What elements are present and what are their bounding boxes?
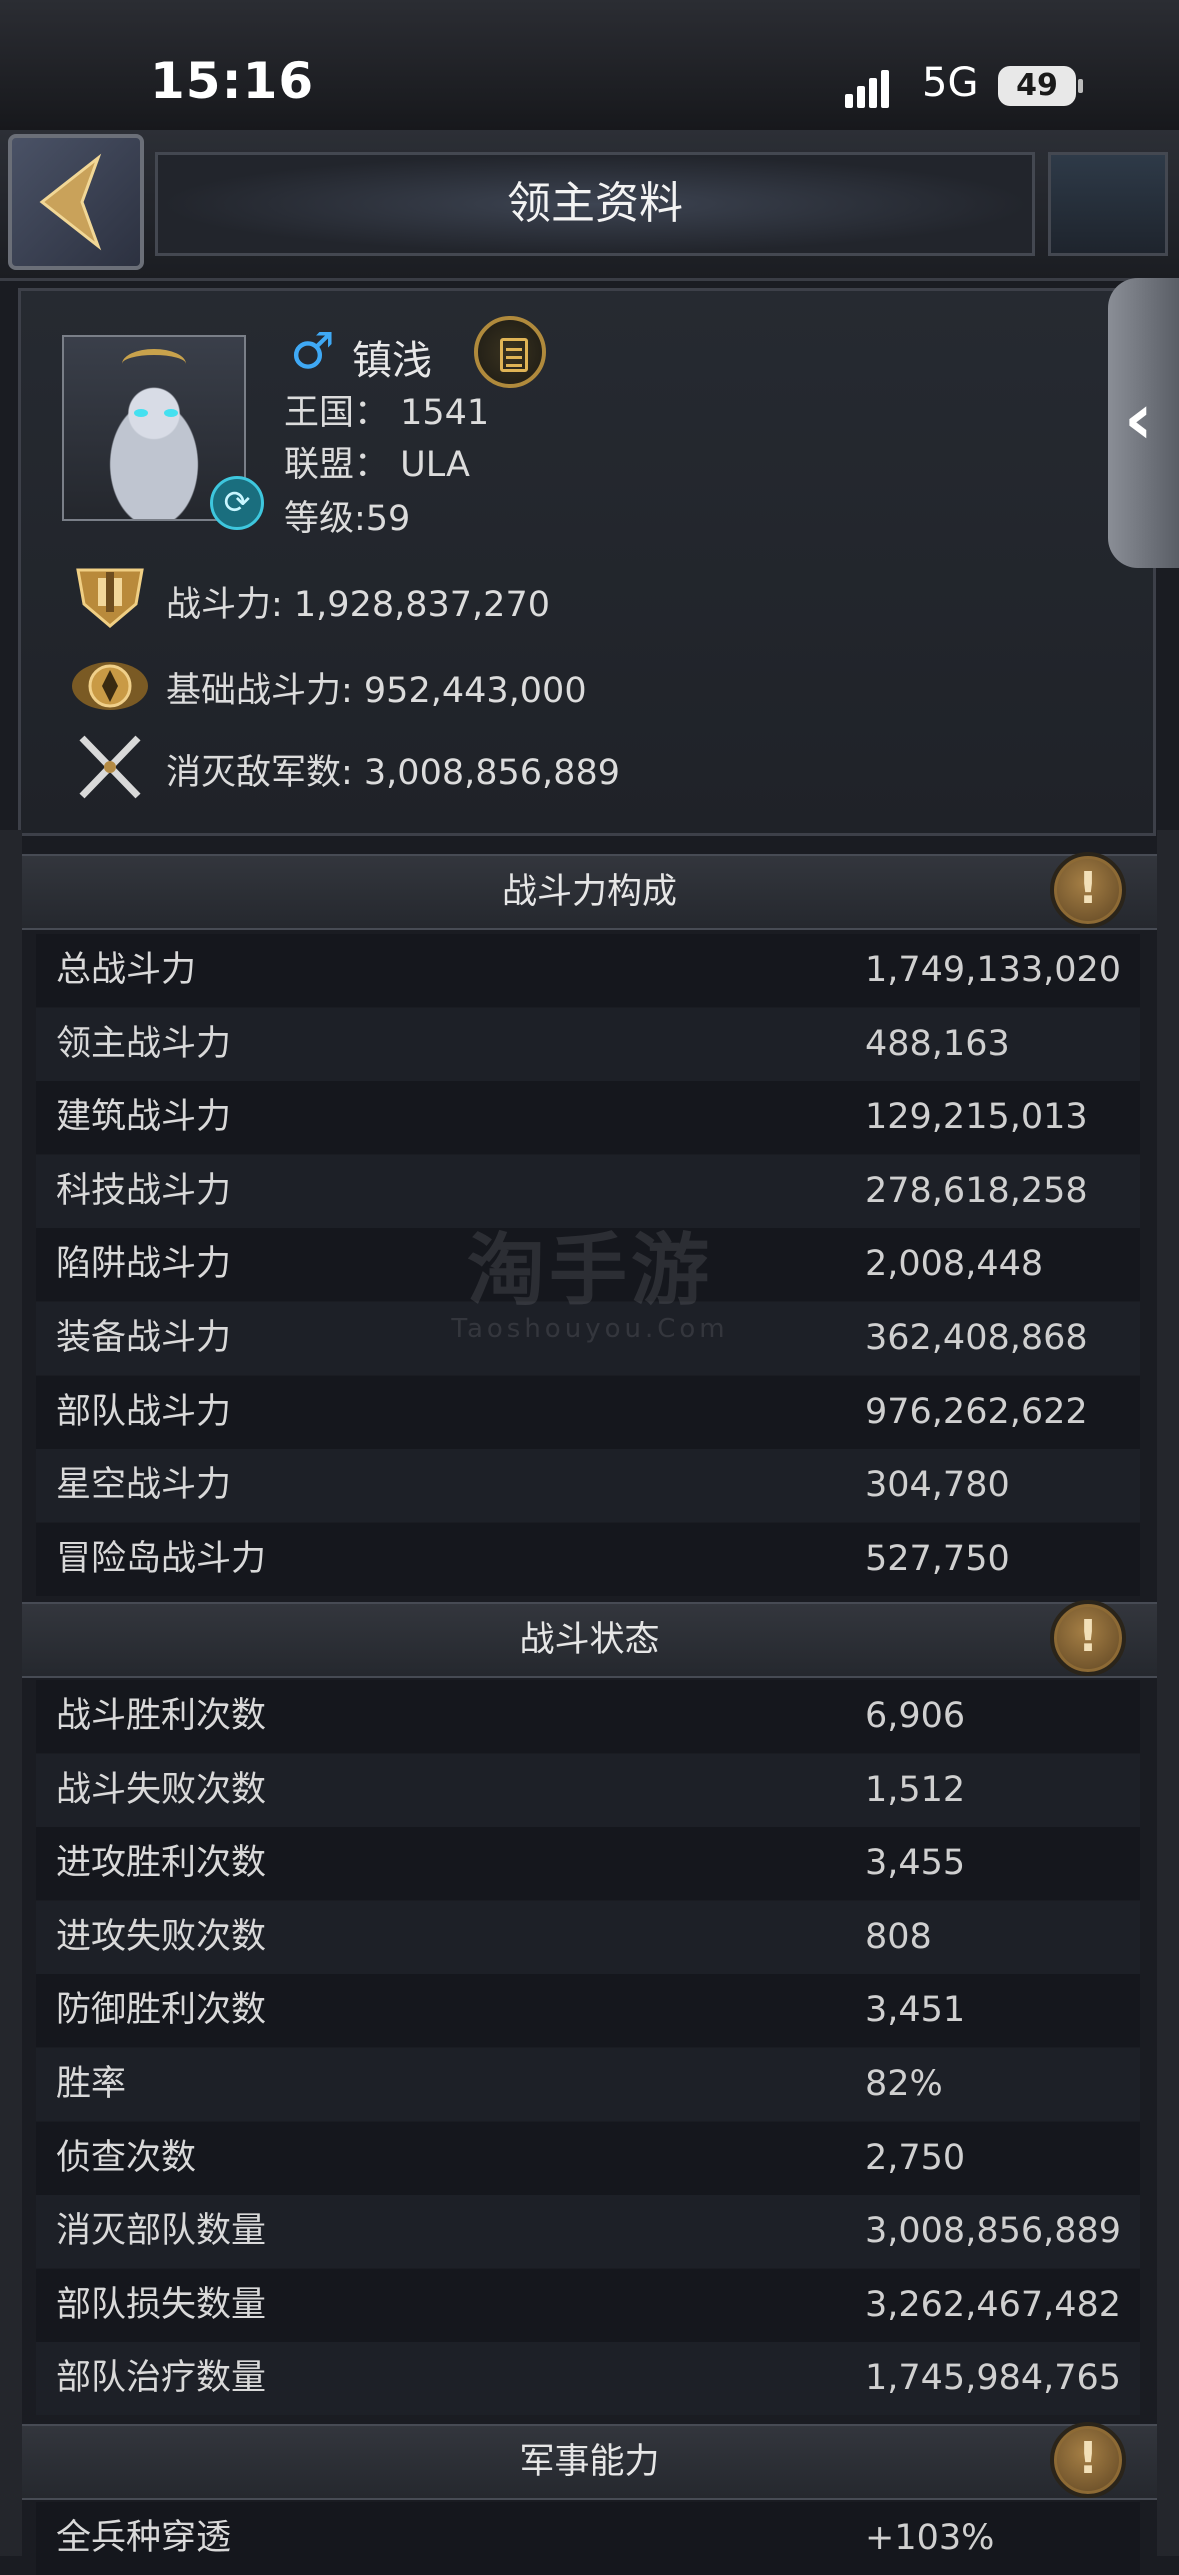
row-label: 部队战斗力 xyxy=(56,1391,232,1432)
row-value: 976,262,622 xyxy=(865,1391,1088,1432)
section-header-battle: 战斗状态 ! xyxy=(22,1600,1157,1678)
row-value: 1,512 xyxy=(865,1769,966,1810)
chevron-left-icon: ‹ xyxy=(1124,378,1153,460)
row-value: 3,455 xyxy=(865,1843,966,1884)
right-frame-pillar xyxy=(1157,830,1179,2556)
row-value: 2,750 xyxy=(865,2137,966,2178)
row-value: 2,008,448 xyxy=(865,1244,1044,1285)
crossed-swords-icon xyxy=(79,735,141,799)
shield-power-icon xyxy=(76,568,144,628)
table-row: 防御胜利次数 3,451 xyxy=(36,1974,1140,2048)
table-row: 部队损失数量 3,262,467,482 xyxy=(36,2268,1140,2342)
kills-stat: 消灭敌军数: 3,008,856,889 xyxy=(166,753,620,793)
table-row: 全兵种穿透 +103% xyxy=(36,2502,1140,2575)
row-value: 488,163 xyxy=(865,1023,1010,1064)
row-label: 战斗胜利次数 xyxy=(56,1696,267,1736)
row-label: 侦查次数 xyxy=(56,2137,197,2178)
crown-icon xyxy=(122,349,186,379)
row-label: 建筑战斗力 xyxy=(56,1097,232,1138)
left-frame-pillar xyxy=(0,830,22,2556)
network-type: 5G xyxy=(922,60,979,106)
table-row: 战斗胜利次数 6,906 xyxy=(36,1680,1140,1753)
row-value: +103% xyxy=(865,2518,995,2558)
section-title: 战斗力构成 xyxy=(501,872,677,912)
watermark-text: 淘手游 xyxy=(466,1226,713,1316)
table-row: 进攻胜利次数 3,455 xyxy=(36,1827,1140,1901)
table-row: 领主战斗力 488,163 xyxy=(36,1007,1140,1081)
row-value: 1,745,984,765 xyxy=(865,2358,1122,2399)
row-label: 装备战斗力 xyxy=(56,1318,232,1358)
document-icon[interactable] xyxy=(474,316,546,388)
avatar-eye xyxy=(164,409,178,417)
row-label: 进攻失败次数 xyxy=(56,1916,267,1957)
row-label: 领主战斗力 xyxy=(56,1023,232,1064)
table-row: 星空战斗力 304,780 xyxy=(36,1449,1140,1523)
refresh-icon[interactable]: ⟳ xyxy=(210,476,264,530)
exclamation-icon[interactable]: ! xyxy=(1050,1600,1126,1676)
row-label: 战斗失败次数 xyxy=(56,1769,267,1810)
table-row: 消灭部队数量 3,008,856,889 xyxy=(36,2195,1140,2269)
kingdom-info: 王国： 1541 xyxy=(284,393,490,433)
row-value: 3,262,467,482 xyxy=(865,2284,1122,2325)
row-value: 6,906 xyxy=(865,1696,966,1736)
row-label: 部队损失数量 xyxy=(56,2284,267,2325)
row-label: 胜率 xyxy=(56,2064,127,2104)
base-power-stat: 基础战斗力: 952,443,000 xyxy=(166,671,587,711)
alliance-info: 联盟： ULA xyxy=(284,445,470,485)
row-value: 129,215,013 xyxy=(865,1097,1088,1138)
table-row: 部队战斗力 976,262,622 xyxy=(36,1375,1140,1449)
row-label: 部队治疗数量 xyxy=(56,2358,267,2399)
row-label: 陷阱战斗力 xyxy=(56,1244,232,1285)
battery-icon: 49 xyxy=(998,66,1083,106)
row-value: 3,451 xyxy=(865,1990,966,2031)
power-stat: 战斗力: 1,928,837,270 xyxy=(166,585,550,625)
status-time: 15:16 xyxy=(150,52,315,110)
row-value: 362,408,868 xyxy=(865,1318,1088,1358)
row-value: 1,749,133,020 xyxy=(865,950,1122,990)
row-value: 278,618,258 xyxy=(865,1170,1088,1211)
status-bar: 15:16 5G 49 xyxy=(0,0,1179,130)
side-drawer-tab[interactable]: ‹ xyxy=(1108,278,1179,568)
row-value: 3,008,856,889 xyxy=(865,2211,1122,2252)
table-row: 侦查次数 2,750 xyxy=(36,2121,1140,2195)
level-info: 等级:59 xyxy=(284,499,411,539)
page-header: 领主资料 xyxy=(0,130,1179,281)
table-row: 部队治疗数量 1,745,984,765 xyxy=(36,2342,1140,2416)
row-label: 全兵种穿透 xyxy=(56,2518,232,2558)
winged-emblem-icon xyxy=(72,662,148,710)
watermark-url: Taoshouyou.Com xyxy=(451,1314,729,1344)
back-arrow-icon xyxy=(39,153,102,251)
row-label: 星空战斗力 xyxy=(56,1465,232,1506)
page-title: 领主资料 xyxy=(507,178,683,229)
row-label: 消灭部队数量 xyxy=(56,2211,267,2252)
row-label: 总战斗力 xyxy=(56,950,197,990)
row-label: 科技战斗力 xyxy=(56,1170,232,1211)
section-header-power: 战斗力构成 ! xyxy=(22,852,1157,930)
avatar-eye xyxy=(134,409,148,417)
row-label: 进攻胜利次数 xyxy=(56,1843,267,1884)
back-button[interactable] xyxy=(8,134,144,270)
table-row: 总战斗力 1,749,133,020 xyxy=(36,934,1140,1007)
table-row: 进攻失败次数 808 xyxy=(36,1900,1140,1974)
row-label: 防御胜利次数 xyxy=(56,1990,267,2031)
row-value: 527,750 xyxy=(865,1538,1010,1579)
row-label: 冒险岛战斗力 xyxy=(56,1538,267,1579)
male-icon: ♂ xyxy=(290,322,335,380)
exclamation-icon[interactable]: ! xyxy=(1050,2422,1126,2498)
table-row: 胜率 82% xyxy=(36,2048,1140,2121)
table-row: 冒险岛战斗力 527,750 xyxy=(36,1522,1140,1596)
table-row: 战斗失败次数 1,512 xyxy=(36,1753,1140,1827)
section-header-military: 军事能力 ! xyxy=(22,2422,1157,2500)
watermark: 淘手游 Taoshouyou.Com xyxy=(440,1208,740,1344)
table-row: 建筑战斗力 129,215,013 xyxy=(36,1081,1140,1155)
section-title: 战斗状态 xyxy=(519,1620,660,1660)
signal-icon xyxy=(845,68,889,108)
row-value: 304,780 xyxy=(865,1465,1010,1506)
row-value: 82% xyxy=(865,2064,943,2104)
row-value: 808 xyxy=(865,1916,932,1957)
lord-name: 镇浅 xyxy=(352,338,432,384)
exclamation-icon[interactable]: ! xyxy=(1050,852,1126,928)
section-title: 军事能力 xyxy=(519,2442,660,2482)
header-ornament xyxy=(1048,152,1168,256)
